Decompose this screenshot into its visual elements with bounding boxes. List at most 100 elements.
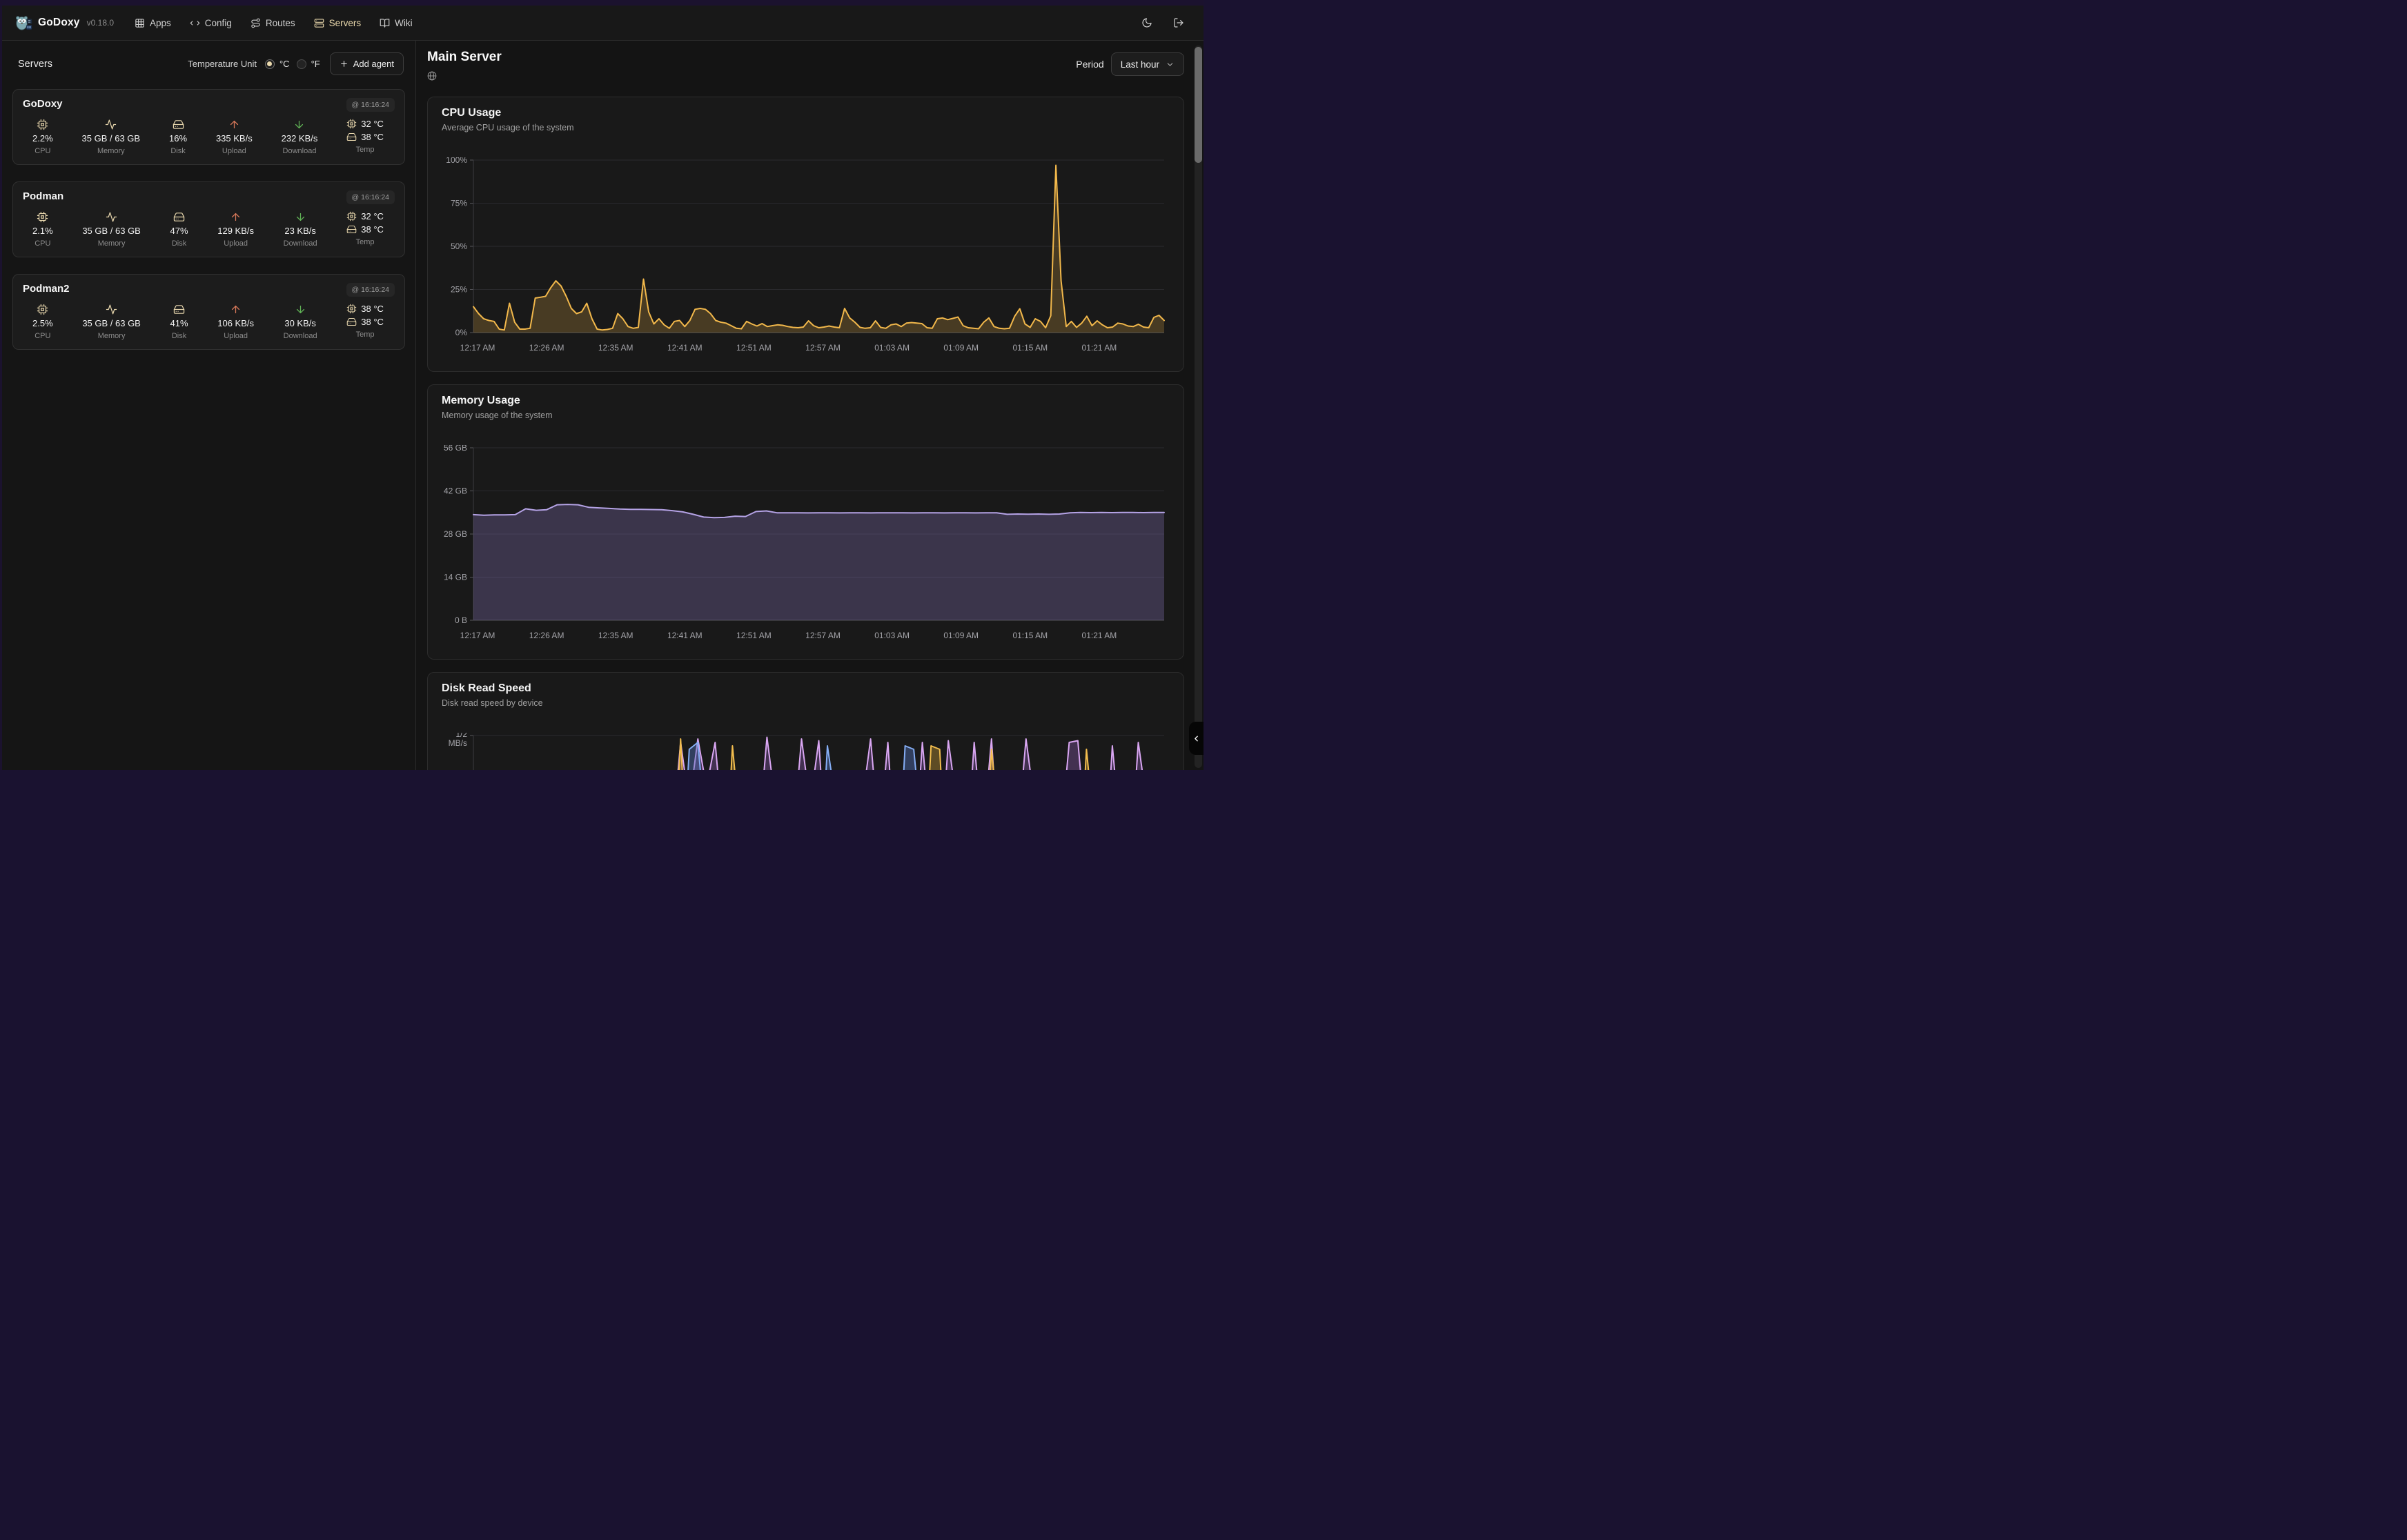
hard-drive-icon	[173, 304, 185, 315]
stat-temp: 32 °C 38 °C Temp	[346, 211, 384, 246]
add-agent-button[interactable]: Add agent	[330, 52, 404, 75]
sidebar-header: Servers Temperature Unit °C °F Add agent	[18, 52, 404, 75]
main-nav: Apps Config Routes Servers Wiki	[135, 18, 413, 28]
upload-value: 335 KB/s	[216, 133, 253, 144]
svg-text:12:35 AM: 12:35 AM	[598, 343, 633, 353]
svg-text:MB/s: MB/s	[449, 738, 467, 748]
hard-drive-icon	[346, 224, 357, 235]
logout-icon[interactable]	[1173, 17, 1184, 28]
download-value: 232 KB/s	[282, 133, 318, 144]
page-title: Main Server	[427, 50, 502, 65]
collapse-panel-button[interactable]	[1189, 722, 1204, 755]
download-value: 23 KB/s	[284, 226, 316, 236]
download-label: Download	[284, 239, 317, 248]
globe-icon	[427, 71, 502, 84]
stat-cpu: 2.2% CPU	[32, 119, 53, 155]
chevron-down-icon	[1166, 60, 1175, 69]
moon-icon[interactable]	[1141, 17, 1152, 28]
disk-label: Disk	[170, 147, 185, 155]
nav-item-routes[interactable]: Routes	[250, 18, 295, 28]
memory-usage-card: Memory Usage Memory usage of the system …	[427, 384, 1184, 660]
server-timestamp: @ 16:16:24	[346, 283, 395, 297]
server-card[interactable]: Podman2 @ 16:16:24 2.5% CPU 35 GB / 63 G…	[12, 274, 405, 350]
svg-text:12:51 AM: 12:51 AM	[736, 631, 772, 640]
server-stats: 2.1% CPU 35 GB / 63 GB Memory 47% Disk 1…	[23, 211, 395, 248]
godoxy-dashboard: GoDoxy v0.18.0 Apps Config Routes	[0, 0, 1204, 770]
arrow-down-icon	[295, 211, 306, 223]
app-version: v0.18.0	[87, 18, 114, 28]
period-select[interactable]: Last hour	[1111, 52, 1184, 76]
cpu-chip-icon	[37, 211, 48, 223]
server-card-header: GoDoxy @ 16:16:24	[23, 98, 395, 112]
nav-item-wiki[interactable]: Wiki	[380, 18, 413, 28]
stat-disk: 41% Disk	[170, 304, 188, 340]
main-scrollbar	[1195, 46, 1202, 768]
arrow-up-icon	[228, 119, 240, 130]
upload-label: Upload	[224, 239, 248, 248]
memory-label: Memory	[97, 147, 125, 155]
stat-upload: 335 KB/s Upload	[216, 119, 253, 155]
nav-label: Wiki	[395, 18, 413, 28]
memory-value: 35 GB / 63 GB	[82, 318, 141, 328]
stat-download: 232 KB/s Download	[282, 119, 318, 155]
disk-temp-row: 38 °C	[346, 132, 384, 142]
svg-text:0%: 0%	[455, 328, 468, 337]
svg-text:01:03 AM: 01:03 AM	[874, 343, 910, 353]
nav-item-servers[interactable]: Servers	[314, 18, 362, 28]
cpu-label: CPU	[35, 332, 50, 340]
disk-temp-value: 38 °C	[361, 132, 384, 142]
temp-label: Temp	[356, 146, 375, 154]
stat-cpu: 2.1% CPU	[32, 211, 53, 248]
svg-text:12:51 AM: 12:51 AM	[736, 343, 772, 353]
nav-item-config[interactable]: Config	[190, 18, 232, 28]
server-timestamp: @ 16:16:24	[346, 98, 395, 112]
disk-temp-value: 38 °C	[361, 317, 384, 327]
stat-temp: 38 °C 38 °C Temp	[346, 304, 384, 339]
stat-disk: 47% Disk	[170, 211, 188, 248]
cpu-label: CPU	[35, 147, 50, 155]
godoxy-logo	[14, 14, 32, 32]
scrollbar-thumb[interactable]	[1195, 47, 1202, 163]
server-icon	[314, 18, 324, 28]
nav-label: Servers	[329, 18, 362, 28]
download-label: Download	[283, 147, 317, 155]
stat-cpu: 2.5% CPU	[32, 304, 53, 340]
cpu-temp-row: 38 °C	[346, 304, 384, 314]
svg-text:42 GB: 42 GB	[444, 486, 467, 496]
navbar-actions	[1141, 17, 1191, 28]
activity-icon	[106, 211, 117, 223]
server-detail-panel: Main Server Period Last hour CPU Usage A…	[416, 41, 1204, 770]
svg-text:01:15 AM: 01:15 AM	[1012, 343, 1048, 353]
memory-chart-title: Memory Usage	[442, 395, 1170, 407]
cpu-chip-icon	[346, 304, 357, 314]
svg-text:01:15 AM: 01:15 AM	[1012, 631, 1048, 640]
hard-drive-icon	[346, 132, 357, 142]
content: Servers Temperature Unit °C °F Add agent	[2, 40, 1204, 770]
server-stats: 2.2% CPU 35 GB / 63 GB Memory 16% Disk 3…	[23, 119, 395, 155]
activity-icon	[106, 304, 117, 315]
radio-fahrenheit[interactable]	[297, 59, 306, 69]
hard-drive-icon	[346, 317, 357, 327]
servers-sidebar: Servers Temperature Unit °C °F Add agent	[2, 41, 416, 770]
disk-temp-row: 38 °C	[346, 317, 384, 327]
hard-drive-icon	[173, 119, 184, 130]
period-label: Period	[1076, 59, 1103, 70]
cpu-chip-icon	[346, 119, 357, 129]
svg-text:01:21 AM: 01:21 AM	[1082, 343, 1117, 353]
disk-value: 41%	[170, 318, 188, 328]
cpu-temp-row: 32 °C	[346, 211, 384, 221]
disk-label: Disk	[172, 239, 186, 248]
nav-item-apps[interactable]: Apps	[135, 18, 171, 28]
brand: GoDoxy v0.18.0	[14, 14, 114, 32]
hard-drive-icon	[173, 211, 185, 223]
temp-label: Temp	[356, 330, 375, 339]
svg-text:100%: 100%	[446, 157, 467, 165]
radio-celsius[interactable]	[265, 59, 275, 69]
disk-chart-subtitle: Disk read speed by device	[442, 698, 1170, 708]
cpu-temp-value: 32 °C	[361, 119, 384, 129]
server-card[interactable]: GoDoxy @ 16:16:24 2.2% CPU 35 GB / 63 GB…	[12, 89, 405, 165]
server-card[interactable]: Podman @ 16:16:24 2.1% CPU 35 GB / 63 GB…	[12, 181, 405, 257]
temp-label: Temp	[356, 238, 375, 246]
svg-text:01:03 AM: 01:03 AM	[874, 631, 910, 640]
stat-upload: 129 KB/s Upload	[217, 211, 254, 248]
